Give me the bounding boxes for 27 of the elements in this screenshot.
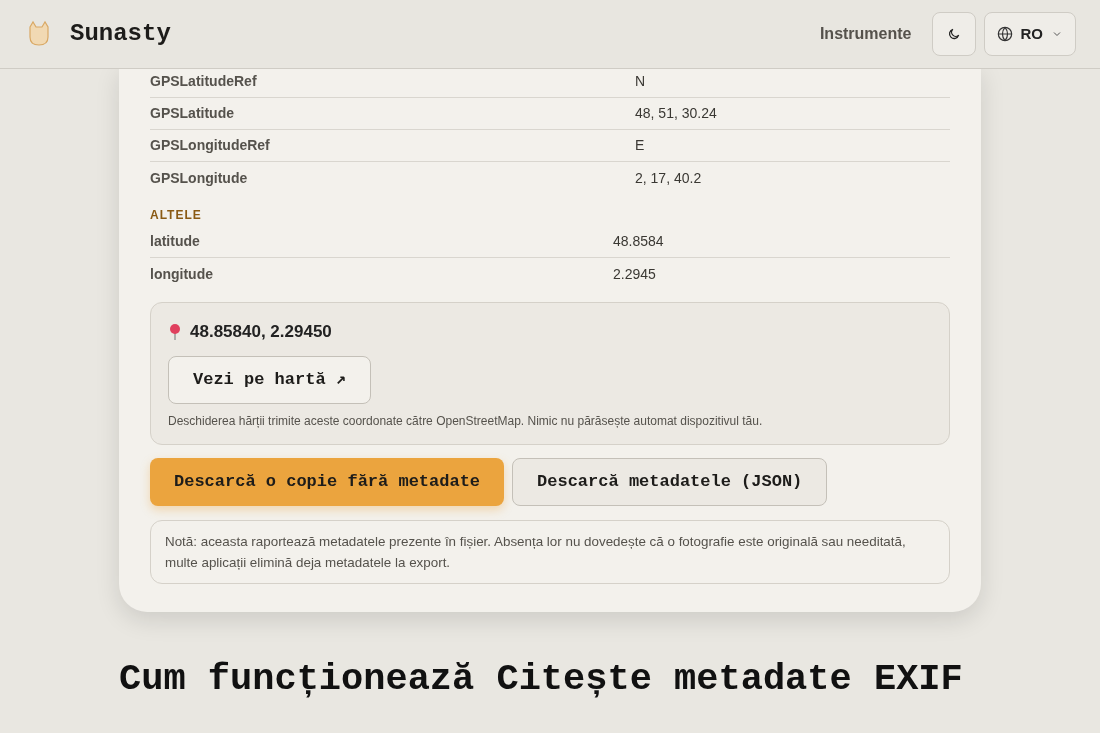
brand-name: Sunasty — [70, 19, 171, 49]
moon-icon — [946, 27, 961, 41]
view-map-button[interactable]: Vezi pe hartă ↗ — [168, 355, 372, 404]
metadata-value: 2, 17, 40.2 — [635, 168, 703, 188]
tools-link[interactable]: Instrumente — [819, 22, 912, 46]
metadata-key: GPSLongitude — [150, 167, 635, 189]
language-select[interactable]: RO — [983, 12, 1076, 56]
theme-toggle-button[interactable] — [931, 12, 976, 56]
metadata-value: 2.2945 — [613, 264, 657, 284]
pin-icon — [168, 322, 182, 341]
metadata-key: longitude — [150, 263, 613, 285]
metadata-value: 48.8584 — [613, 232, 665, 251]
metadata-key: GPSLatitudeRef — [150, 71, 635, 92]
disclaimer-note: Notă: aceasta raportează metadatele prezente în fișier. Absența lor nu dovedește că o fotografie este originală sau needitată, multe aplicații elimină deja metadatele la export. — [150, 519, 950, 584]
coordinates-text: 48.85840, 2.29450 — [190, 321, 332, 343]
metadata-key: latitude — [150, 231, 613, 252]
metadata-value: N — [635, 72, 647, 91]
privacy-note: Deschiderea hărții trimite aceste coordonate către OpenStreetMap. Nimic nu părăsește automat dispozitivul tău. — [168, 412, 763, 430]
metadata-key: GPSLatitude — [150, 103, 635, 124]
section-heading: Cum funcționează Citește metadate EXIF — [119, 656, 964, 702]
globe-icon — [996, 26, 1013, 42]
section-label: ALTELE — [150, 207, 203, 224]
download-json-button[interactable]: Descarcă metadatele (JSON) — [512, 457, 828, 506]
metadata-key: GPSLongitudeRef — [150, 135, 635, 156]
metadata-value: 48, 51, 30.24 — [635, 104, 718, 123]
metadata-value: E — [635, 136, 646, 155]
download-clean-copy-button[interactable]: Descarcă o copie fără metadate — [150, 457, 505, 506]
